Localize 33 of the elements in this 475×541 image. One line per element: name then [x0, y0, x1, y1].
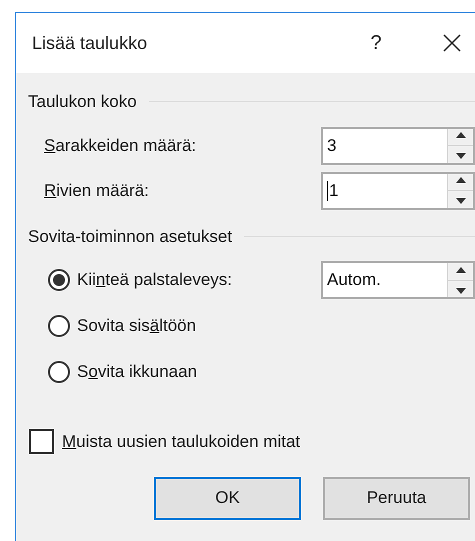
down-arrow-icon: [456, 198, 466, 204]
up-arrow-icon: [456, 177, 466, 183]
text-cursor: [327, 180, 328, 200]
down-arrow-icon: [456, 288, 466, 294]
help-button[interactable]: ?: [353, 23, 399, 63]
width-field[interactable]: Autom.: [321, 261, 475, 299]
dialog-button[interactable]: Peruuta: [323, 476, 470, 520]
number-field[interactable]: 3: [321, 126, 475, 164]
spin-buttons[interactable]: [447, 263, 473, 297]
checkbox[interactable]: [29, 429, 54, 454]
up-arrow-icon: [456, 266, 466, 272]
spin-buttons[interactable]: [447, 128, 473, 162]
close-icon: [443, 34, 461, 52]
window-title: Lisää taulukko: [32, 32, 148, 54]
group-heading: Taulukon koko: [28, 91, 137, 113]
radio-button[interactable]: [48, 269, 70, 291]
field-value: 1: [327, 180, 338, 202]
number-field[interactable]: 1: [321, 172, 475, 210]
field-value: Autom.: [327, 269, 381, 292]
radio-button[interactable]: [48, 361, 70, 383]
radio-button[interactable]: [48, 315, 70, 337]
field-label: Rivien määrä:: [44, 180, 149, 202]
spin-buttons[interactable]: [447, 174, 473, 208]
radio-label: Sovita ikkunaan: [77, 361, 198, 384]
group-heading: Sovita-toiminnon asetukset: [28, 226, 232, 248]
checkbox-label: Muista uusien taulukoiden mitat: [62, 431, 300, 453]
field-value: 3: [327, 134, 336, 157]
down-arrow-icon: [456, 153, 466, 159]
dialog-button[interactable]: OK: [154, 476, 301, 520]
field-label: Sarakkeiden määrä:: [44, 134, 196, 157]
up-arrow-icon: [456, 132, 466, 138]
radio-label: Kiinteä palstaleveys:: [77, 269, 232, 292]
radio-label: Sovita sisältöön: [77, 315, 196, 338]
